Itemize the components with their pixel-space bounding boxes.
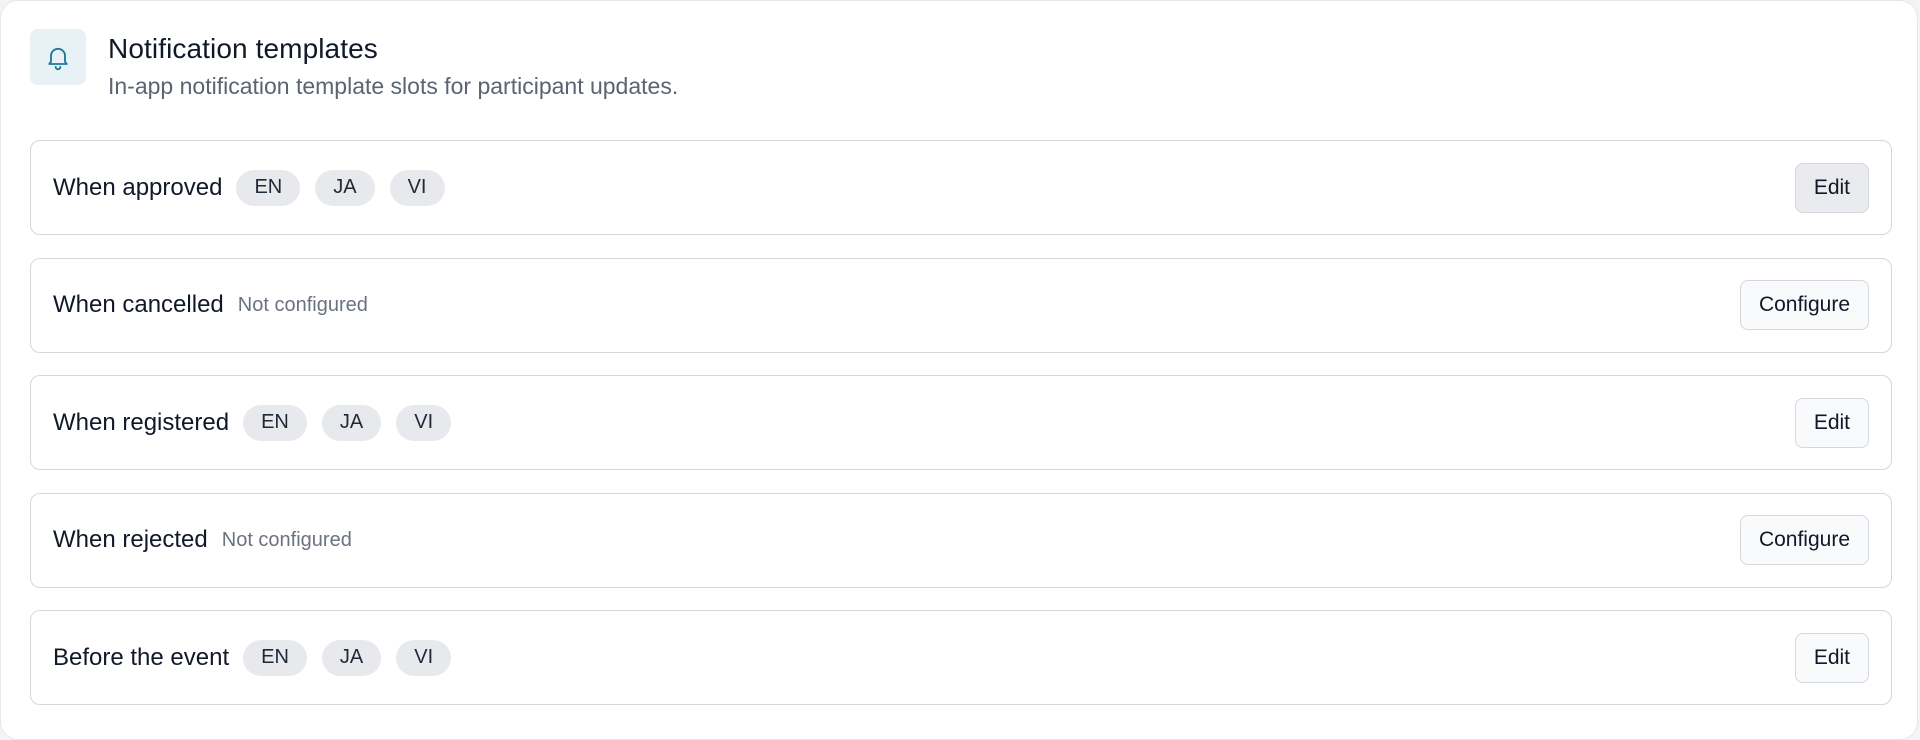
language-chip: EN — [243, 404, 307, 441]
language-chip: JA — [321, 404, 382, 441]
language-chip: JA — [315, 169, 375, 206]
header-text: Notification templates In-app notificati… — [108, 31, 678, 101]
language-chip: EN — [243, 639, 307, 676]
template-label: Before the event — [53, 643, 230, 671]
notification-templates-card: Notification templates In-app notificati… — [0, 0, 1918, 740]
template-label: When approved — [53, 173, 223, 201]
edit-button[interactable]: Edit — [1794, 632, 1869, 683]
page-title: Notification templates — [108, 33, 378, 64]
template-row: When rejected Not configured Configure — [30, 492, 1892, 588]
template-label: When cancelled — [53, 291, 224, 318]
template-list: When approved EN JA VI Edit When cancelled Not… — [30, 140, 1892, 728]
template-row: Before the event EN JA VI Edit — [30, 610, 1892, 705]
card-header: Notification templates In-app notificati… — [30, 29, 678, 101]
edit-button[interactable]: Edit — [1794, 397, 1869, 448]
template-row: When registered EN JA VI Edit — [30, 375, 1892, 470]
status-text: Not configured — [221, 528, 352, 551]
template-label: When rejected — [53, 526, 208, 553]
language-chip: JA — [321, 639, 382, 676]
page-subtitle: In-app notification template slots for p… — [108, 73, 679, 99]
configure-button[interactable]: Configure — [1739, 515, 1869, 565]
bell-icon — [30, 29, 86, 85]
language-chip: VI — [389, 169, 445, 206]
edit-button[interactable]: Edit — [1794, 162, 1869, 213]
template-row: When approved EN JA VI Edit — [30, 140, 1892, 235]
configure-button[interactable]: Configure — [1739, 280, 1869, 330]
language-chip: VI — [396, 404, 452, 441]
template-row: When cancelled Not configured Configure — [30, 257, 1892, 353]
status-text: Not configured — [237, 293, 368, 316]
language-chip: VI — [396, 639, 452, 676]
language-chip: EN — [236, 169, 301, 206]
template-label: When registered — [53, 408, 230, 436]
